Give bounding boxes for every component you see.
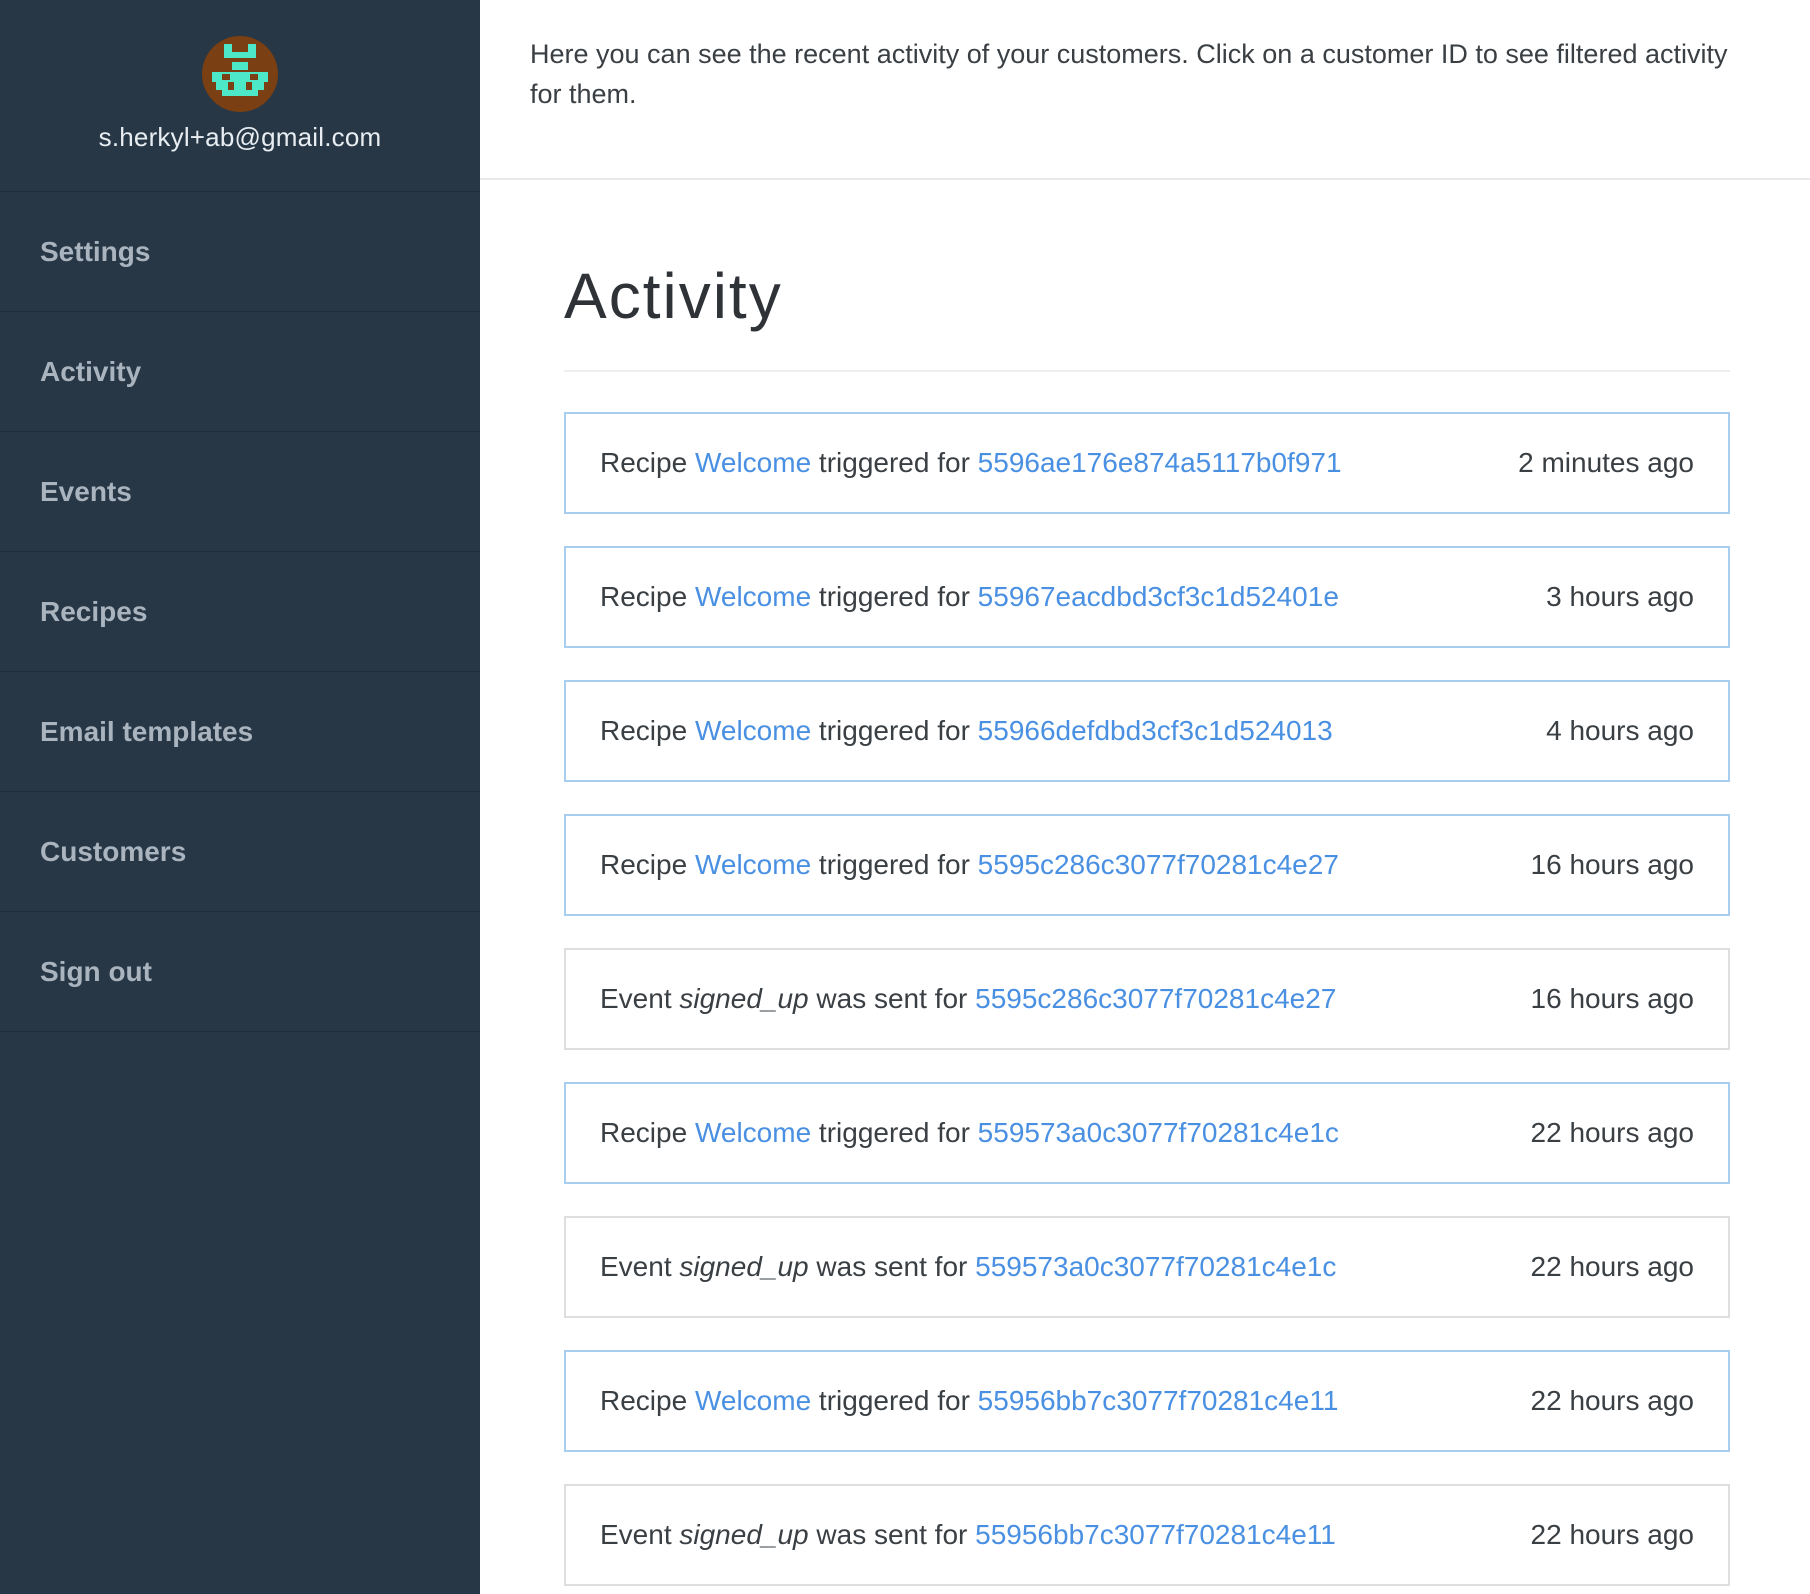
- activity-description: Recipe Welcome triggered for 559573a0c30…: [600, 1117, 1339, 1149]
- activity-verb: triggered for: [818, 849, 970, 880]
- intro-text: Here you can see the recent activity of …: [480, 0, 1810, 180]
- sidebar-item-activity[interactable]: Activity: [0, 312, 480, 432]
- main-content: Here you can see the recent activity of …: [480, 0, 1810, 1594]
- sidebar-item-customers[interactable]: Customers: [0, 792, 480, 912]
- activity-timestamp: 3 hours ago: [1546, 581, 1694, 612]
- activity-timestamp: 22 hours ago: [1530, 1519, 1694, 1550]
- activity-verb: triggered for: [818, 1385, 970, 1416]
- activity-item: Event signed_up was sent for 5595c286c30…: [564, 948, 1730, 1050]
- recipe-link[interactable]: Welcome: [695, 1117, 811, 1148]
- activity-item: Recipe Welcome triggered for 5596ae176e8…: [564, 412, 1730, 514]
- activity-item: Recipe Welcome triggered for 559573a0c30…: [564, 1082, 1730, 1184]
- activity-type-label: Event: [600, 983, 672, 1014]
- activity-timestamp: 16 hours ago: [1530, 983, 1694, 1014]
- sidebar-item-recipes[interactable]: Recipes: [0, 552, 480, 672]
- activity-list: Recipe Welcome triggered for 5596ae176e8…: [564, 412, 1730, 1586]
- activity-item: Recipe Welcome triggered for 55967eacdbd…: [564, 546, 1730, 648]
- activity-type-label: Recipe: [600, 1117, 688, 1148]
- user-email: s.herkyl+ab@gmail.com: [98, 122, 382, 152]
- activity-timestamp: 22 hours ago: [1530, 1385, 1694, 1416]
- recipe-link[interactable]: Welcome: [695, 581, 811, 612]
- activity-description: Recipe Welcome triggered for 55956bb7c30…: [600, 1385, 1338, 1417]
- activity-type-label: Event: [600, 1519, 672, 1550]
- activity-timestamp: 22 hours ago: [1530, 1251, 1694, 1282]
- sidebar-item-settings[interactable]: Settings: [0, 192, 480, 312]
- activity-timestamp: 2 minutes ago: [1518, 447, 1694, 478]
- customer-id-link[interactable]: 5595c286c3077f70281c4e27: [975, 983, 1336, 1014]
- user-profile: s.herkyl+ab@gmail.com: [0, 0, 480, 192]
- activity-timestamp: 22 hours ago: [1530, 1117, 1694, 1148]
- activity-item: Event signed_up was sent for 559573a0c30…: [564, 1216, 1730, 1318]
- recipe-link[interactable]: Welcome: [695, 1385, 811, 1416]
- activity-type-label: Recipe: [600, 715, 688, 746]
- event-name: signed_up: [679, 1519, 809, 1550]
- activity-type-label: Recipe: [600, 1385, 688, 1416]
- activity-type-label: Event: [600, 1251, 672, 1282]
- activity-type-label: Recipe: [600, 849, 688, 880]
- customer-id-link[interactable]: 55956bb7c3077f70281c4e11: [978, 1385, 1339, 1416]
- recipe-link[interactable]: Welcome: [695, 715, 811, 746]
- activity-description: Event signed_up was sent for 5595c286c30…: [600, 983, 1336, 1015]
- activity-item: Recipe Welcome triggered for 5595c286c30…: [564, 814, 1730, 916]
- sidebar-item-email-templates[interactable]: Email templates: [0, 672, 480, 792]
- activity-verb: triggered for: [818, 1117, 970, 1148]
- activity-item: Recipe Welcome triggered for 55966defdbd…: [564, 680, 1730, 782]
- pixel-robot-avatar-icon: [212, 44, 268, 96]
- activity-item: Recipe Welcome triggered for 55956bb7c30…: [564, 1350, 1730, 1452]
- event-name: signed_up: [679, 983, 809, 1014]
- activity-type-label: Recipe: [600, 581, 688, 612]
- activity-verb: triggered for: [818, 581, 970, 612]
- activity-verb: triggered for: [818, 447, 970, 478]
- activity-verb: was sent for: [816, 1251, 968, 1282]
- sidebar-item-sign-out[interactable]: Sign out: [0, 912, 480, 1032]
- sidebar-item-events[interactable]: Events: [0, 432, 480, 552]
- avatar[interactable]: [202, 36, 278, 112]
- sidebar-nav: Settings Activity Events Recipes Email t…: [0, 192, 480, 1032]
- page-title: Activity: [564, 260, 783, 332]
- event-name: signed_up: [679, 1251, 809, 1282]
- customer-id-link[interactable]: 5596ae176e874a5117b0f971: [978, 447, 1342, 478]
- recipe-link[interactable]: Welcome: [695, 447, 811, 478]
- activity-verb: was sent for: [816, 983, 968, 1014]
- activity-item: Event signed_up was sent for 55956bb7c30…: [564, 1484, 1730, 1586]
- title-divider: [564, 370, 1730, 372]
- customer-id-link[interactable]: 5595c286c3077f70281c4e27: [978, 849, 1339, 880]
- customer-id-link[interactable]: 55956bb7c3077f70281c4e11: [975, 1519, 1336, 1550]
- sidebar: s.herkyl+ab@gmail.com Settings Activity …: [0, 0, 480, 1594]
- activity-description: Recipe Welcome triggered for 5595c286c30…: [600, 849, 1339, 881]
- activity-verb: was sent for: [816, 1519, 968, 1550]
- recipe-link[interactable]: Welcome: [695, 849, 811, 880]
- activity-verb: triggered for: [818, 715, 970, 746]
- activity-timestamp: 4 hours ago: [1546, 715, 1694, 746]
- customer-id-link[interactable]: 55966defdbd3cf3c1d524013: [978, 715, 1333, 746]
- customer-id-link[interactable]: 559573a0c3077f70281c4e1c: [978, 1117, 1339, 1148]
- activity-timestamp: 16 hours ago: [1530, 849, 1694, 880]
- activity-description: Recipe Welcome triggered for 55967eacdbd…: [600, 581, 1339, 613]
- customer-id-link[interactable]: 559573a0c3077f70281c4e1c: [975, 1251, 1336, 1282]
- activity-description: Event signed_up was sent for 55956bb7c30…: [600, 1519, 1336, 1551]
- activity-section: Activity Recipe Welcome triggered for 55…: [480, 180, 1730, 1586]
- activity-type-label: Recipe: [600, 447, 688, 478]
- activity-description: Event signed_up was sent for 559573a0c30…: [600, 1251, 1336, 1283]
- activity-description: Recipe Welcome triggered for 5596ae176e8…: [600, 447, 1342, 479]
- customer-id-link[interactable]: 55967eacdbd3cf3c1d52401e: [978, 581, 1339, 612]
- activity-description: Recipe Welcome triggered for 55966defdbd…: [600, 715, 1333, 747]
